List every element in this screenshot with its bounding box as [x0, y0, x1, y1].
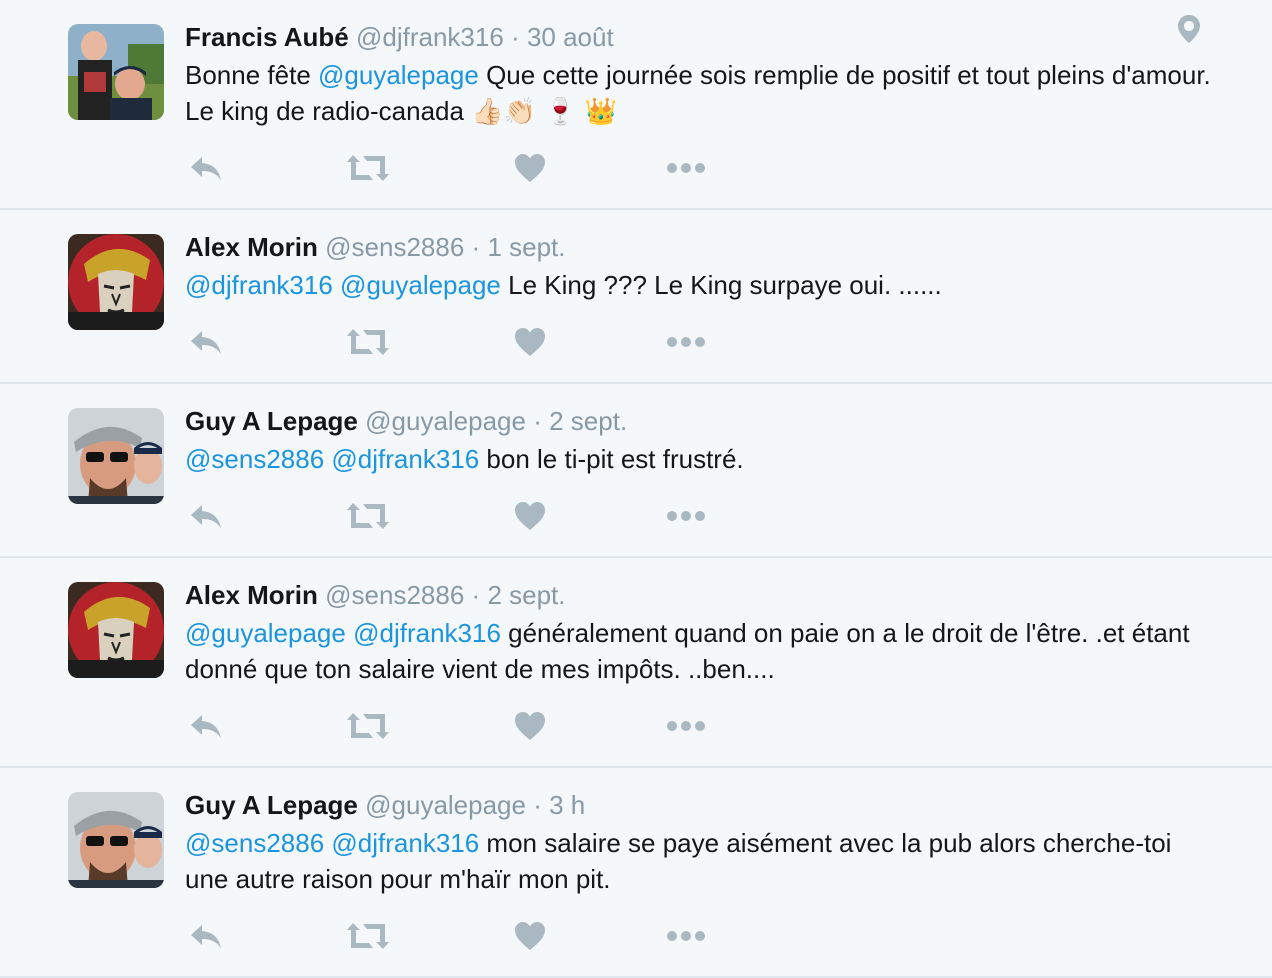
mention-link[interactable]: @djfrank316 [331, 828, 479, 858]
reply-icon[interactable] [185, 706, 227, 746]
mention-link[interactable]: @sens2886 [185, 828, 324, 858]
tweet-header: Francis Aubé @djfrank316 · 30 août [185, 22, 614, 52]
text-segment [333, 270, 340, 300]
mention-link[interactable]: @guyalepage [318, 60, 479, 90]
reply-icon[interactable] [185, 496, 227, 536]
tweet-actions [185, 322, 745, 362]
tweet-text: @sens2886 @djfrank316 mon salaire se pay… [185, 825, 1215, 897]
author-handle[interactable]: @djfrank316 [356, 22, 504, 52]
text-segment [346, 618, 353, 648]
author-name[interactable]: Francis Aubé [185, 22, 349, 52]
avatar[interactable] [68, 582, 164, 678]
avatar[interactable] [68, 792, 164, 888]
tweet[interactable]: Alex Morin @sens2886 · 1 sept. @djfrank31… [0, 210, 1272, 384]
tweet-actions [185, 148, 745, 188]
reply-icon[interactable] [185, 322, 227, 362]
more-icon[interactable] [665, 496, 707, 536]
author-handle[interactable]: @guyalepage [365, 406, 526, 436]
more-icon[interactable] [665, 916, 707, 956]
timestamp[interactable]: 30 août [527, 22, 614, 52]
mention-link[interactable]: @djfrank316 [353, 618, 501, 648]
timestamp[interactable]: 3 h [549, 790, 585, 820]
like-icon[interactable] [509, 916, 551, 956]
tweet[interactable]: Guy A Lepage @guyalepage · 2 sept. @sens2… [0, 384, 1272, 558]
tweet-text: Bonne fête @guyalepage Que cette journée… [185, 57, 1215, 130]
mention-link[interactable]: @djfrank316 [185, 270, 333, 300]
like-icon[interactable] [509, 322, 551, 362]
retweet-icon[interactable] [347, 322, 389, 362]
emoji-group: 👍🏻👏🏻 🍷 👑 [471, 97, 618, 127]
tweet-actions [185, 916, 745, 956]
author-name[interactable]: Guy A Lepage [185, 406, 358, 436]
more-icon[interactable] [665, 322, 707, 362]
reply-icon[interactable] [185, 148, 227, 188]
separator: · [471, 580, 481, 610]
author-handle[interactable]: @sens2886 [325, 232, 464, 262]
tweet-header: Alex Morin @sens2886 · 1 sept. [185, 232, 566, 262]
retweet-icon[interactable] [347, 916, 389, 956]
retweet-icon[interactable] [347, 706, 389, 746]
text-segment: Bonne fête [185, 60, 318, 90]
timestamp[interactable]: 2 sept. [549, 406, 627, 436]
like-icon[interactable] [509, 706, 551, 746]
tweet-header: Alex Morin @sens2886 · 2 sept. [185, 580, 566, 610]
tweet-header: Guy A Lepage @guyalepage · 3 h [185, 790, 585, 820]
separator: · [471, 232, 481, 262]
more-icon[interactable] [665, 148, 707, 188]
author-name[interactable]: Alex Morin [185, 580, 318, 610]
like-icon[interactable] [509, 148, 551, 188]
avatar[interactable] [68, 408, 164, 504]
tweet-text: @sens2886 @djfrank316 bon le ti-pit est … [185, 441, 1215, 477]
tweet[interactable]: Francis Aubé @djfrank316 · 30 août Bonne … [0, 0, 1272, 210]
separator: · [511, 22, 520, 52]
timestamp[interactable]: 2 sept. [487, 580, 565, 610]
tweet-text: @guyalepage @djfrank316 généralement qua… [185, 615, 1215, 687]
mention-link[interactable]: @guyalepage [340, 270, 501, 300]
author-handle[interactable]: @sens2886 [325, 580, 464, 610]
author-name[interactable]: Alex Morin [185, 232, 318, 262]
retweet-icon[interactable] [347, 148, 389, 188]
separator: · [533, 790, 542, 820]
text-segment: Le King ??? Le King surpaye oui. ...... [500, 270, 942, 300]
mention-link[interactable]: @guyalepage [185, 618, 346, 648]
like-icon[interactable] [509, 496, 551, 536]
timestamp[interactable]: 1 sept. [487, 232, 565, 262]
author-handle[interactable]: @guyalepage [365, 790, 526, 820]
author-name[interactable]: Guy A Lepage [185, 790, 358, 820]
tweet[interactable]: Alex Morin @sens2886 · 2 sept. @guyalepag… [0, 558, 1272, 768]
tweet-actions [185, 706, 745, 746]
mention-link[interactable]: @djfrank316 [331, 444, 479, 474]
text-segment: bon le ti-pit est frustré. [479, 444, 744, 474]
reply-icon[interactable] [185, 916, 227, 956]
tweet-header: Guy A Lepage @guyalepage · 2 sept. [185, 406, 627, 436]
tweet-text: @djfrank316 @guyalepage Le King ??? Le K… [185, 267, 1215, 303]
avatar[interactable] [68, 24, 164, 120]
separator: · [533, 406, 542, 436]
avatar[interactable] [68, 234, 164, 330]
mention-link[interactable]: @sens2886 [185, 444, 324, 474]
retweet-icon[interactable] [347, 496, 389, 536]
tweet[interactable]: Guy A Lepage @guyalepage · 3 h @sens2886 … [0, 768, 1272, 978]
tweet-actions [185, 496, 745, 536]
location-pin-icon[interactable] [1176, 14, 1202, 49]
more-icon[interactable] [665, 706, 707, 746]
